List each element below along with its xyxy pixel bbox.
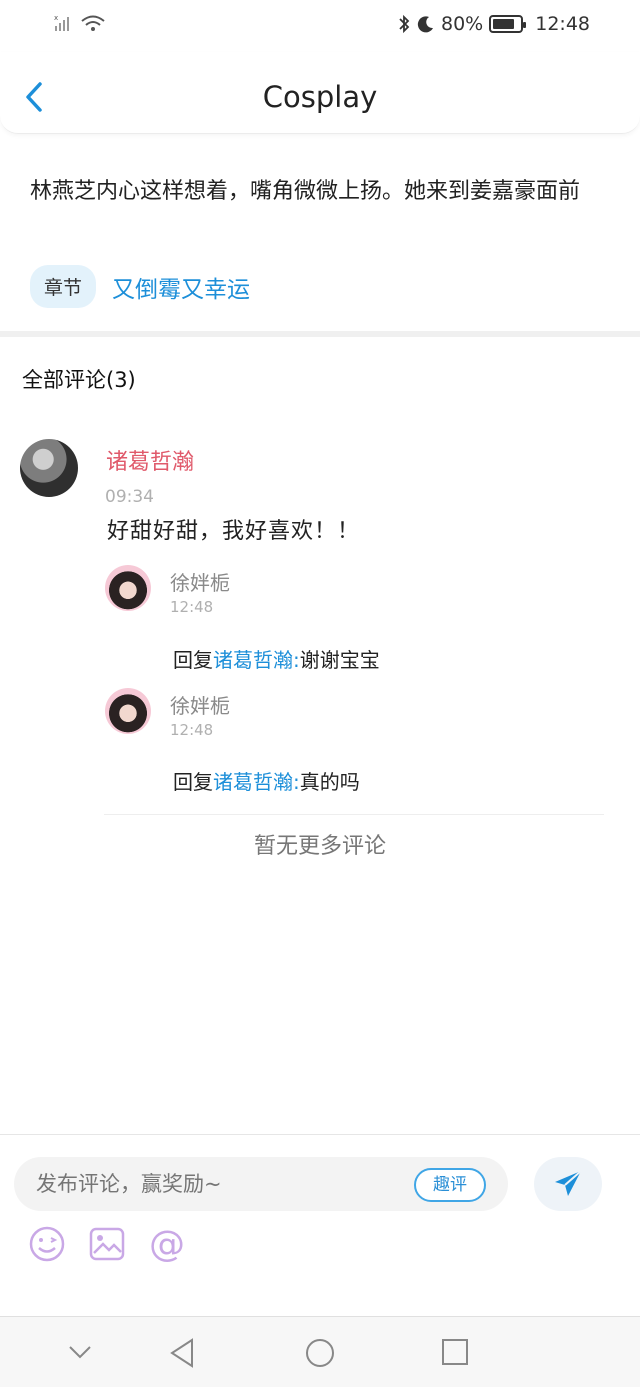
app-header: Cosplay bbox=[0, 52, 640, 134]
comment-text[interactable]: 好甜好甜，我好喜欢！！ bbox=[107, 513, 360, 545]
moon-icon bbox=[417, 16, 433, 33]
comment-input[interactable] bbox=[34, 1167, 394, 1201]
wifi-icon bbox=[81, 15, 105, 31]
send-button[interactable] bbox=[534, 1157, 602, 1211]
section-divider bbox=[0, 331, 640, 337]
reply-avatar[interactable] bbox=[105, 565, 151, 611]
chevron-down-icon[interactable] bbox=[66, 1337, 94, 1367]
chapter-tag: 章节 bbox=[30, 265, 97, 308]
reply-text[interactable]: 回复诸葛哲瀚:真的吗 bbox=[173, 766, 360, 795]
page-title: Cosplay bbox=[262, 80, 378, 114]
avatar[interactable] bbox=[20, 439, 78, 497]
system-nav-bar bbox=[0, 1316, 640, 1387]
battery-icon bbox=[489, 15, 527, 33]
emoji-icon[interactable] bbox=[28, 1225, 66, 1263]
svg-text:x: x bbox=[54, 14, 58, 22]
reply-prefix: 回复 bbox=[173, 770, 213, 794]
reply-body: 谢谢宝宝 bbox=[299, 648, 380, 672]
reply-body: 真的吗 bbox=[299, 770, 360, 794]
comment-author[interactable]: 诸葛哲瀚 bbox=[106, 444, 194, 476]
divider bbox=[104, 814, 604, 815]
mention-icon[interactable]: @ bbox=[148, 1225, 186, 1263]
bluetooth-icon bbox=[399, 14, 410, 34]
reply-mention[interactable]: 诸葛哲瀚: bbox=[213, 770, 300, 794]
battery-percent: 80% bbox=[441, 13, 484, 35]
nav-recents-icon[interactable] bbox=[440, 1337, 470, 1367]
reply-author[interactable]: 徐姅栀 bbox=[170, 690, 230, 719]
signal-icon: x bbox=[54, 14, 69, 31]
quping-button[interactable]: 趣评 bbox=[414, 1168, 486, 1202]
chapter-row: 章节 又倒霉又幸运 bbox=[30, 265, 250, 308]
nav-home-icon[interactable] bbox=[304, 1337, 336, 1369]
svg-text:@: @ bbox=[149, 1225, 185, 1263]
reply-text[interactable]: 回复诸葛哲瀚:谢谢宝宝 bbox=[173, 644, 380, 673]
comments-title: 全部评论(3) bbox=[22, 368, 136, 392]
toolbar-icons: @ bbox=[28, 1225, 186, 1263]
status-bar: x 80% 12:48 bbox=[0, 0, 640, 52]
send-icon bbox=[555, 1170, 582, 1196]
comment-time: 09:34 bbox=[105, 487, 154, 507]
quoted-text: 林燕芝内心这样想着，嘴角微微上扬。她来到姜嘉豪面前 bbox=[30, 179, 581, 204]
status-right: 80% 12:48 bbox=[397, 13, 590, 35]
clock: 12:48 bbox=[535, 13, 590, 35]
comment-input-container[interactable]: 趣评 bbox=[14, 1157, 508, 1211]
reply-mention[interactable]: 诸葛哲瀚: bbox=[213, 648, 300, 672]
reply-time: 12:48 bbox=[170, 721, 214, 739]
reply-avatar[interactable] bbox=[105, 688, 151, 734]
image-icon[interactable] bbox=[88, 1225, 126, 1263]
comment-input-bar: 趣评 @ bbox=[0, 1134, 640, 1316]
reply-author[interactable]: 徐姅栀 bbox=[170, 567, 230, 596]
chapter-link[interactable]: 又倒霉又幸运 bbox=[112, 270, 250, 304]
reply-time: 12:48 bbox=[170, 598, 214, 616]
status-left: x bbox=[54, 14, 106, 32]
reply-prefix: 回复 bbox=[173, 648, 213, 672]
nav-back-icon[interactable] bbox=[168, 1337, 196, 1369]
no-more-comments: 暂无更多评论 bbox=[253, 834, 386, 859]
